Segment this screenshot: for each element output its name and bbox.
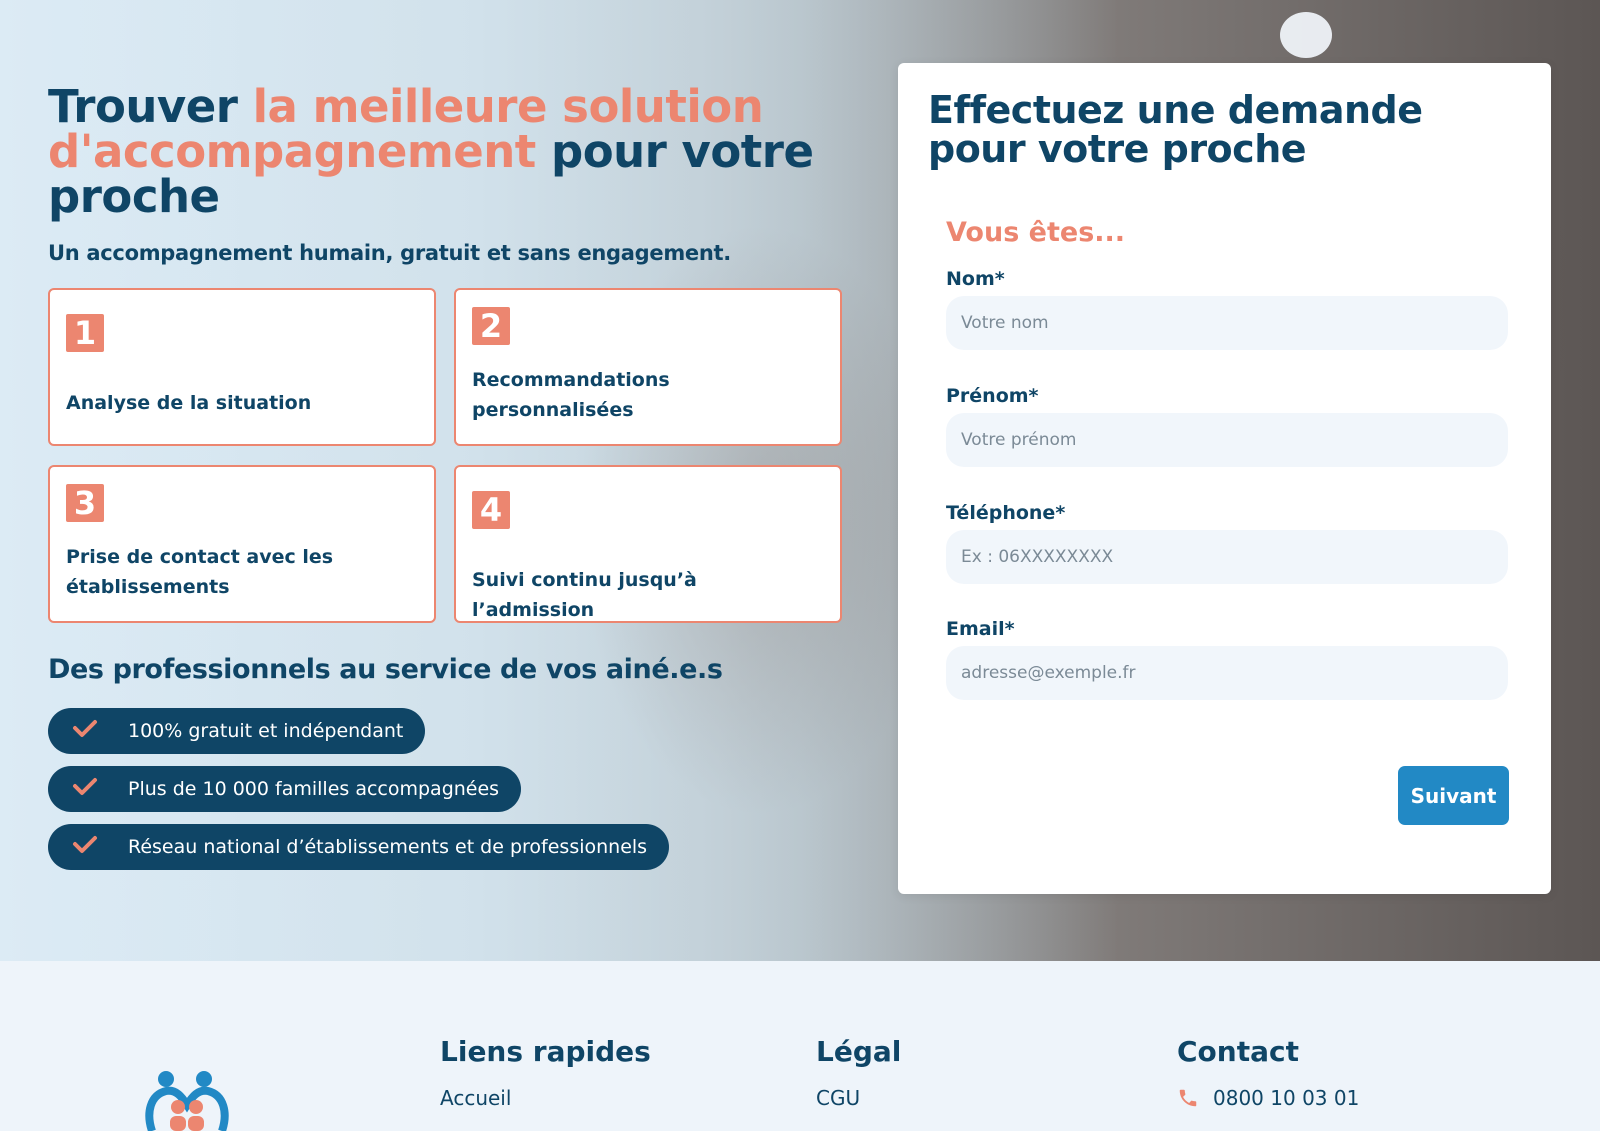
footer: Liens rapides Accueil Légal CGU Contact … xyxy=(0,961,1600,1131)
check-icon xyxy=(73,778,97,795)
check-icon xyxy=(73,720,97,737)
family-heart-logo xyxy=(145,1071,229,1131)
contact-phone-number: 0800 10 03 01 xyxy=(1213,1086,1360,1110)
step-label-3: Prise de contact avec les établissements xyxy=(66,546,334,598)
step-number-1: 1 xyxy=(66,314,104,352)
pro-item-label: 100% gratuit et indépendant xyxy=(128,720,404,742)
background-light xyxy=(1280,12,1332,58)
form-subtitle: Vous êtes... xyxy=(946,217,1126,248)
pro-item-label: Plus de 10 000 familles accompagnées xyxy=(128,778,500,800)
prenom-label: Prénom* xyxy=(946,385,1039,407)
step-card-2: 2 Recommandations personnalisées xyxy=(454,288,842,446)
next-button[interactable]: Suivant xyxy=(1398,766,1509,825)
step-number-2: 2 xyxy=(472,307,510,345)
steps-grid: 1 Analyse de la situation 2 Recommandati… xyxy=(48,288,848,624)
pro-item-3: Réseau national d’établissements et de p… xyxy=(48,824,670,870)
telephone-input[interactable] xyxy=(946,530,1508,584)
footer-link-accueil[interactable]: Accueil xyxy=(440,1086,651,1110)
nom-label: Nom* xyxy=(946,268,1005,290)
footer-legal: Légal CGU xyxy=(816,1035,901,1110)
email-label: Email* xyxy=(946,618,1015,640)
footer-contact: Contact 0800 10 03 01 xyxy=(1177,1035,1359,1110)
footer-quick-links: Liens rapides Accueil xyxy=(440,1035,651,1110)
form-title: Effectuez une demande pour votre proche xyxy=(928,88,1423,171)
hero-content: Trouver la meilleure solution d'accompag… xyxy=(48,80,848,870)
pro-item-1: 100% gratuit et indépendant xyxy=(48,708,426,754)
hero-title: Trouver la meilleure solution d'accompag… xyxy=(48,80,814,223)
step-number-3: 3 xyxy=(66,484,104,522)
step-card-4: 4 Suivi continu jusqu’à l’admission xyxy=(454,465,842,623)
hero-section: Trouver la meilleure solution d'accompag… xyxy=(0,0,1600,961)
step-number-4: 4 xyxy=(472,491,510,529)
step-label-1: Analyse de la situation xyxy=(66,392,312,414)
step-card-1: 1 Analyse de la situation xyxy=(48,288,436,446)
email-input[interactable] xyxy=(946,646,1508,700)
pro-item-label: Réseau national d’établissements et de p… xyxy=(128,836,648,858)
legal-title: Légal xyxy=(816,1035,902,1068)
nom-input[interactable] xyxy=(946,296,1508,350)
hero-subtitle: Un accompagnement humain, gratuit et san… xyxy=(48,241,731,265)
step-card-3: 3 Prise de contact avec les établissemen… xyxy=(48,465,436,623)
prenom-input[interactable] xyxy=(946,413,1508,467)
telephone-label: Téléphone* xyxy=(946,502,1066,524)
footer-link-cgu[interactable]: CGU xyxy=(816,1086,901,1110)
contact-title: Contact xyxy=(1177,1035,1299,1068)
pros-title: Des professionnels au service de vos ain… xyxy=(48,654,723,685)
contact-phone[interactable]: 0800 10 03 01 xyxy=(1177,1086,1359,1110)
request-form: Effectuez une demande pour votre proche … xyxy=(898,63,1551,894)
check-icon xyxy=(73,836,97,853)
step-label-4: Suivi continu jusqu’à l’admission xyxy=(472,569,697,621)
pro-item-2: Plus de 10 000 familles accompagnées xyxy=(48,766,522,812)
step-label-2: Recommandations personnalisées xyxy=(472,369,670,421)
phone-icon xyxy=(1179,1089,1197,1107)
quick-links-title: Liens rapides xyxy=(440,1035,651,1068)
